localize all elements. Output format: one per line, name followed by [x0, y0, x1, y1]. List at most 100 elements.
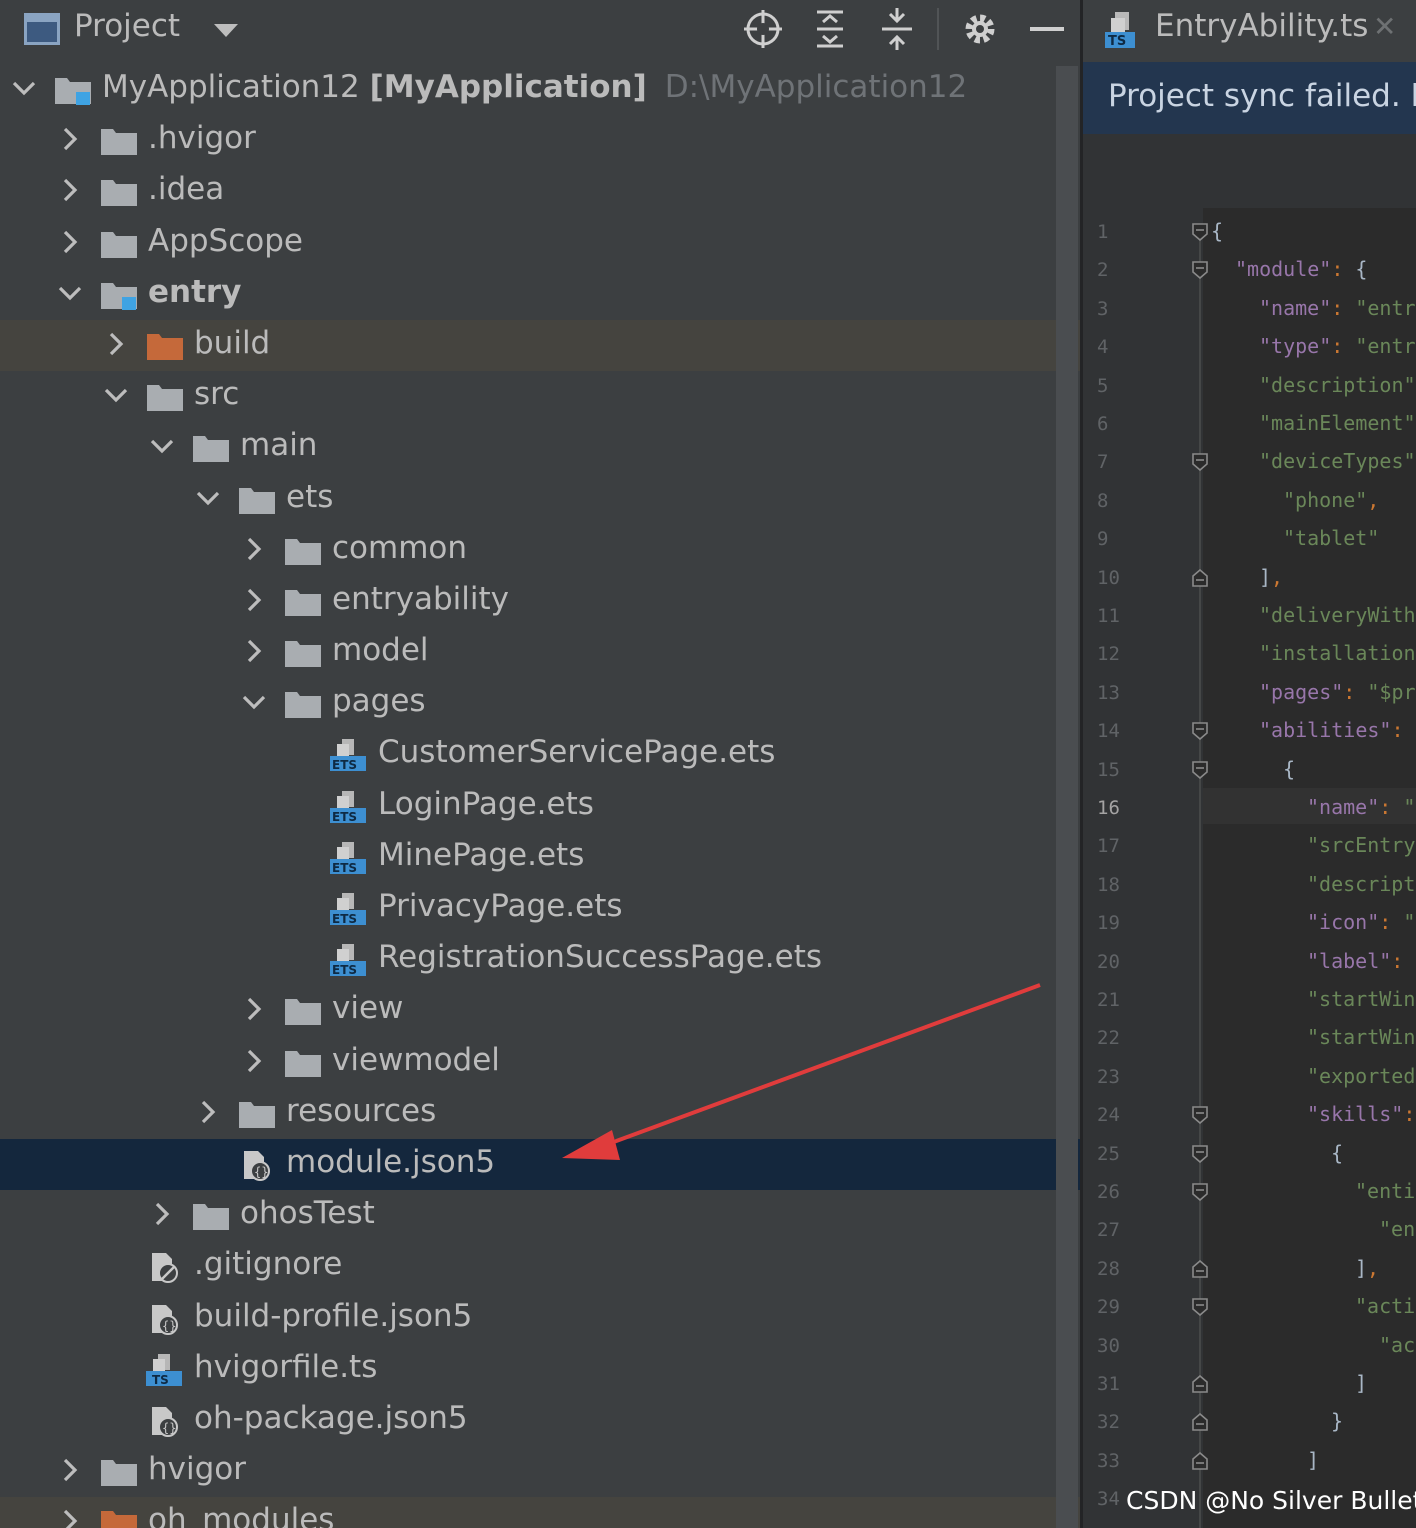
line-number: 5: [1097, 374, 1109, 397]
tree-item-label: oh-package.json5: [194, 1400, 468, 1436]
expand-all-icon[interactable]: [807, 6, 853, 52]
folder-icon: [284, 637, 322, 669]
project-scrollbar[interactable]: [1056, 66, 1078, 1528]
chevron-down-icon[interactable]: [54, 277, 86, 309]
chevron-right-icon[interactable]: [192, 1096, 224, 1128]
collapse-all-icon[interactable]: [874, 6, 920, 52]
line-number: 18: [1097, 873, 1120, 896]
chevron-right-icon[interactable]: [54, 174, 86, 206]
tree-item-module-json5[interactable]: {} module.json5: [0, 1138, 1080, 1191]
tree-item-build[interactable]: build: [0, 319, 1080, 372]
svg-text:ETS: ETS: [332, 963, 357, 976]
svg-text:TS: TS: [1108, 34, 1126, 49]
line-number: 22: [1097, 1027, 1120, 1050]
hide-icon[interactable]: [1024, 6, 1070, 52]
chevron-right-icon[interactable]: [238, 993, 270, 1025]
tree-item-registrationsuccesspage-ets[interactable]: ETS RegistrationSuccessPage.ets: [0, 934, 1080, 985]
tree-item-name: MyApplication12: [102, 69, 360, 105]
fold-open-icon[interactable]: [1191, 223, 1209, 242]
tree-item-oh-modules[interactable]: oh_modules: [0, 1497, 1080, 1528]
tree-item-main[interactable]: main: [0, 422, 1080, 473]
tree-item-label: hvigor: [148, 1451, 246, 1487]
gear-icon[interactable]: [957, 6, 1003, 52]
chevron-right-icon[interactable]: [54, 1505, 86, 1528]
locate-icon[interactable]: [740, 6, 786, 52]
tree-item-oh-package-json5[interactable]: {} oh-package.json5: [0, 1395, 1080, 1446]
tree-item-appscope[interactable]: AppScope: [0, 218, 1080, 269]
fold-close-icon[interactable]: [1191, 568, 1209, 587]
tab-entryability[interactable]: EntryAbility.ts: [1155, 8, 1368, 44]
module-folder-icon: [100, 279, 138, 311]
tree-item-minepage-ets[interactable]: ETS MinePage.ets: [0, 832, 1080, 883]
tree-item-entryability[interactable]: entryability: [0, 576, 1080, 627]
tree-item-privacypage-ets[interactable]: ETS PrivacyPage.ets: [0, 883, 1080, 934]
view-dropdown-icon[interactable]: [214, 24, 238, 37]
ets-file-icon: ETS: [330, 944, 368, 977]
tree-item-view[interactable]: view: [0, 985, 1080, 1036]
tree-item-hvigorfile-ts[interactable]: TS hvigorfile.ts: [0, 1344, 1080, 1395]
ets-file-icon: ETS: [330, 790, 368, 824]
project-tool-window: Project MyApplication12 [MyApplication] D…: [0, 0, 1080, 1528]
tree-item-entry[interactable]: entry: [0, 269, 1080, 320]
fold-open-icon[interactable]: [1191, 453, 1209, 472]
tree-item-pages[interactable]: pages: [0, 678, 1080, 729]
tree-item-ohostest[interactable]: ohosTest: [0, 1190, 1080, 1241]
chevron-down-icon[interactable]: [238, 686, 270, 718]
tree-item-myapplication12[interactable]: MyApplication12 [MyApplication] D:\MyAppl…: [0, 64, 1080, 115]
tree-item-label: AppScope: [148, 223, 303, 259]
code-line: "exported: [1307, 1063, 1416, 1088]
tree-item-ets[interactable]: ets: [0, 474, 1080, 525]
chevron-right-icon[interactable]: [238, 584, 270, 616]
tree-item-idea[interactable]: .idea: [0, 166, 1080, 217]
line-number: 28: [1097, 1257, 1120, 1280]
chevron-right-icon[interactable]: [100, 328, 132, 360]
fold-open-icon[interactable]: [1191, 1183, 1209, 1202]
chevron-down-icon[interactable]: [100, 379, 132, 411]
chevron-down-icon[interactable]: [8, 72, 40, 104]
tree-item-src[interactable]: src: [0, 371, 1080, 422]
chevron-right-icon[interactable]: [54, 123, 86, 155]
tree-item-name: .gitignore: [194, 1246, 343, 1283]
fold-open-icon[interactable]: [1191, 261, 1209, 280]
close-tab-icon[interactable]: ✕: [1373, 10, 1396, 43]
fold-close-icon[interactable]: [1191, 1413, 1209, 1432]
fold-open-icon[interactable]: [1191, 722, 1209, 741]
chevron-right-icon[interactable]: [238, 635, 270, 667]
line-number: 15: [1097, 758, 1120, 781]
tree-item-resources[interactable]: resources: [0, 1088, 1080, 1139]
folder-icon: [192, 1200, 230, 1232]
tree-item-hvigor[interactable]: .hvigor: [0, 115, 1080, 166]
code-line: "deviceTypes": [1259, 449, 1416, 474]
tree-item-hvigor[interactable]: hvigor: [0, 1446, 1080, 1497]
chevron-right-icon[interactable]: [238, 533, 270, 565]
folder-icon: [238, 484, 276, 516]
chevron-right-icon[interactable]: [54, 226, 86, 258]
chevron-right-icon[interactable]: [54, 1454, 86, 1486]
editor-tab-bar: TS EntryAbility.ts ✕: [1083, 0, 1416, 62]
tree-item-name: ets: [286, 478, 334, 515]
tree-item-customerservicepage-ets[interactable]: ETS CustomerServicePage.ets: [0, 729, 1080, 780]
tree-item-build-profile-json5[interactable]: {} build-profile.json5: [0, 1293, 1080, 1344]
chevron-right-icon[interactable]: [238, 1045, 270, 1077]
tree-item-gitignore[interactable]: .gitignore: [0, 1241, 1080, 1292]
fold-open-icon[interactable]: [1191, 1106, 1209, 1125]
fold-open-icon[interactable]: [1191, 760, 1209, 779]
fold-close-icon[interactable]: [1191, 1451, 1209, 1470]
chevron-right-icon[interactable]: [146, 1198, 178, 1230]
fold-close-icon[interactable]: [1191, 1374, 1209, 1393]
tree-item-common[interactable]: common: [0, 525, 1080, 576]
project-view-title[interactable]: Project: [74, 8, 180, 44]
fold-close-icon[interactable]: [1191, 1259, 1209, 1278]
tree-item-label: resources: [286, 1093, 436, 1129]
chevron-down-icon[interactable]: [146, 430, 178, 462]
tree-item-model[interactable]: model: [0, 627, 1080, 678]
tree-item-viewmodel[interactable]: viewmodel: [0, 1037, 1080, 1088]
fold-open-icon[interactable]: [1191, 1298, 1209, 1317]
tree-item-label: src: [194, 376, 239, 412]
svg-text:ETS: ETS: [332, 758, 357, 771]
tree-item-loginpage-ets[interactable]: ETS LoginPage.ets: [0, 781, 1080, 832]
fold-open-icon[interactable]: [1191, 1144, 1209, 1163]
chevron-down-icon[interactable]: [192, 482, 224, 514]
tree-item-name: src: [194, 376, 240, 413]
tree-item-label: hvigorfile.ts: [194, 1349, 377, 1385]
